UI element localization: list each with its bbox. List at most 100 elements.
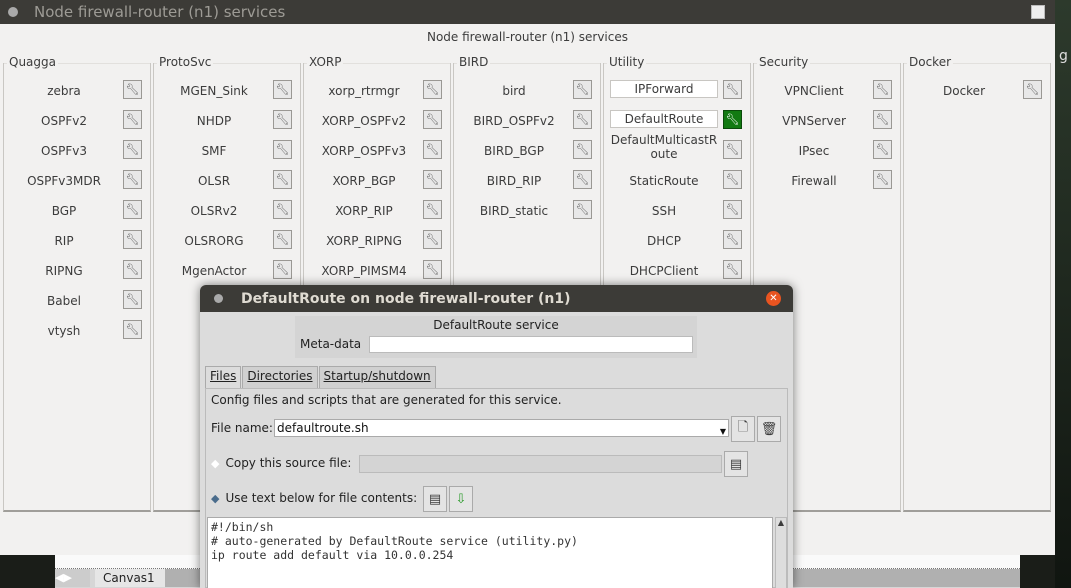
service-toggle[interactable]: RIPNG: [10, 264, 118, 278]
configure-service-button[interactable]: 🔧︎: [273, 230, 292, 249]
service-toggle[interactable]: DHCP: [610, 234, 718, 248]
new-file-button[interactable]: 🗋: [731, 416, 755, 442]
service-toggle[interactable]: Babel: [10, 294, 118, 308]
configure-service-button[interactable]: 🔧︎: [873, 110, 892, 129]
service-toggle[interactable]: BIRD_static: [460, 204, 568, 218]
service-toggle[interactable]: MgenActor: [160, 264, 268, 278]
service-toggle[interactable]: NHDP: [160, 114, 268, 128]
open-file-button[interactable]: ▤: [423, 486, 447, 512]
service-toggle[interactable]: MGEN_Sink: [160, 84, 268, 98]
configure-service-button[interactable]: 🔧︎: [123, 230, 142, 249]
service-toggle[interactable]: OLSRORG: [160, 234, 268, 248]
service-toggle[interactable]: RIP: [10, 234, 118, 248]
configure-service-button[interactable]: 🔧︎: [723, 140, 742, 159]
delete-file-button[interactable]: 🗑: [757, 416, 781, 442]
contents-scrollbar[interactable]: ▲: [775, 517, 787, 588]
service-toggle[interactable]: xorp_rtrmgr: [310, 84, 418, 98]
configure-service-button[interactable]: 🔧︎: [273, 260, 292, 279]
configure-service-button[interactable]: 🔧︎: [273, 140, 292, 159]
configure-service-button[interactable]: 🔧︎: [123, 200, 142, 219]
service-toggle[interactable]: StaticRoute: [610, 174, 718, 188]
service-toggle[interactable]: DHCPClient: [610, 264, 718, 278]
service-toggle[interactable]: XORP_OSPFv2: [310, 114, 418, 128]
configure-service-button[interactable]: 🔧︎: [573, 140, 592, 159]
service-toggle[interactable]: SSH: [610, 204, 718, 218]
configure-service-button[interactable]: 🔧︎: [423, 80, 442, 99]
tab-startup-shutdown[interactable]: Startup/shutdown: [318, 366, 436, 388]
configure-service-button[interactable]: 🔧︎: [573, 200, 592, 219]
service-toggle[interactable]: vtysh: [10, 324, 118, 338]
configure-service-button[interactable]: 🔧︎: [423, 170, 442, 189]
service-toggle[interactable]: DefaultRoute: [610, 110, 718, 128]
window-titlebar[interactable]: Node firewall-router (n1) services: [0, 0, 1055, 24]
service-toggle[interactable]: XORP_BGP: [310, 174, 418, 188]
configure-service-button[interactable]: 🔧︎: [723, 200, 742, 219]
configure-service-button[interactable]: 🔧︎: [423, 260, 442, 279]
dialog-titlebar[interactable]: DefaultRoute on node firewall-router (n1…: [200, 285, 793, 312]
browse-source-button[interactable]: ▤: [724, 451, 748, 477]
configure-service-button[interactable]: 🔧︎: [273, 200, 292, 219]
service-toggle[interactable]: bird: [460, 84, 568, 98]
service-toggle[interactable]: OSPFv3: [10, 144, 118, 158]
service-toggle[interactable]: Firewall: [760, 174, 868, 188]
meta-data-input[interactable]: [369, 336, 693, 353]
source-file-input[interactable]: [359, 455, 722, 473]
file-contents-textarea[interactable]: #!/bin/sh # auto-generated by DefaultRou…: [207, 517, 773, 588]
configure-service-button[interactable]: 🔧︎: [573, 170, 592, 189]
configure-service-button[interactable]: 🔧︎: [273, 110, 292, 129]
configure-service-button[interactable]: 🔧︎: [423, 140, 442, 159]
service-toggle[interactable]: OSPFv3MDR: [10, 174, 118, 188]
window-menu-icon[interactable]: [8, 7, 18, 17]
configure-service-button[interactable]: 🔧︎: [273, 80, 292, 99]
configure-service-button[interactable]: 🔧︎: [123, 110, 142, 129]
service-toggle[interactable]: BIRD_RIP: [460, 174, 568, 188]
configure-service-button[interactable]: 🔧︎: [723, 80, 742, 99]
service-toggle[interactable]: BIRD_BGP: [460, 144, 568, 158]
configure-service-button[interactable]: 🔧︎: [873, 170, 892, 189]
configure-service-button[interactable]: 🔧︎: [123, 170, 142, 189]
configure-service-button[interactable]: 🔧︎: [273, 170, 292, 189]
maximize-icon[interactable]: [1031, 5, 1045, 19]
service-toggle[interactable]: zebra: [10, 84, 118, 98]
configure-service-button[interactable]: 🔧︎: [723, 170, 742, 189]
service-toggle[interactable]: Docker: [910, 84, 1018, 98]
configure-service-button[interactable]: 🔧︎: [123, 260, 142, 279]
service-toggle[interactable]: SMF: [160, 144, 268, 158]
configure-service-button[interactable]: 🔧︎: [873, 80, 892, 99]
service-toggle[interactable]: BGP: [10, 204, 118, 218]
service-toggle[interactable]: BIRD_OSPFv2: [460, 114, 568, 128]
configure-service-button[interactable]: 🔧︎: [1023, 80, 1042, 99]
canvas-tab[interactable]: Canvas1: [95, 569, 165, 587]
configure-service-button[interactable]: 🔧︎: [123, 320, 142, 339]
configure-service-button[interactable]: 🔧︎: [423, 230, 442, 249]
configure-service-button[interactable]: 🔧︎: [723, 260, 742, 279]
service-toggle[interactable]: OLSR: [160, 174, 268, 188]
configure-service-button[interactable]: 🔧︎: [723, 110, 742, 129]
configure-service-button[interactable]: 🔧︎: [423, 110, 442, 129]
service-toggle[interactable]: DefaultMulticastRoute: [610, 133, 718, 161]
configure-service-button[interactable]: 🔧︎: [123, 140, 142, 159]
tab-scroll-arrows[interactable]: ◀▶: [55, 569, 90, 587]
configure-service-button[interactable]: 🔧︎: [573, 110, 592, 129]
service-toggle[interactable]: OLSRv2: [160, 204, 268, 218]
configure-service-button[interactable]: 🔧︎: [723, 230, 742, 249]
configure-service-button[interactable]: 🔧︎: [573, 80, 592, 99]
close-icon[interactable]: ✕: [766, 291, 781, 306]
service-toggle[interactable]: VPNServer: [760, 114, 868, 128]
configure-service-button[interactable]: 🔧︎: [123, 290, 142, 309]
tab-files[interactable]: Files: [205, 366, 242, 388]
file-name-combobox[interactable]: defaultroute.sh ▼: [274, 419, 729, 437]
configure-service-button[interactable]: 🔧︎: [423, 200, 442, 219]
service-toggle[interactable]: XORP_OSPFv3: [310, 144, 418, 158]
copy-source-radio[interactable]: ◆ Copy this source file:: [211, 456, 351, 470]
configure-service-button[interactable]: 🔧︎: [123, 80, 142, 99]
service-toggle[interactable]: IPsec: [760, 144, 868, 158]
dialog-menu-icon[interactable]: [214, 294, 223, 303]
tab-directories[interactable]: Directories: [242, 366, 318, 388]
configure-service-button[interactable]: 🔧︎: [873, 140, 892, 159]
service-toggle[interactable]: VPNClient: [760, 84, 868, 98]
service-toggle[interactable]: XORP_RIP: [310, 204, 418, 218]
chevron-down-icon[interactable]: ▼: [720, 424, 726, 440]
use-text-radio[interactable]: ◆ Use text below for file contents:: [211, 491, 417, 505]
save-file-button[interactable]: ⇩: [449, 486, 473, 512]
